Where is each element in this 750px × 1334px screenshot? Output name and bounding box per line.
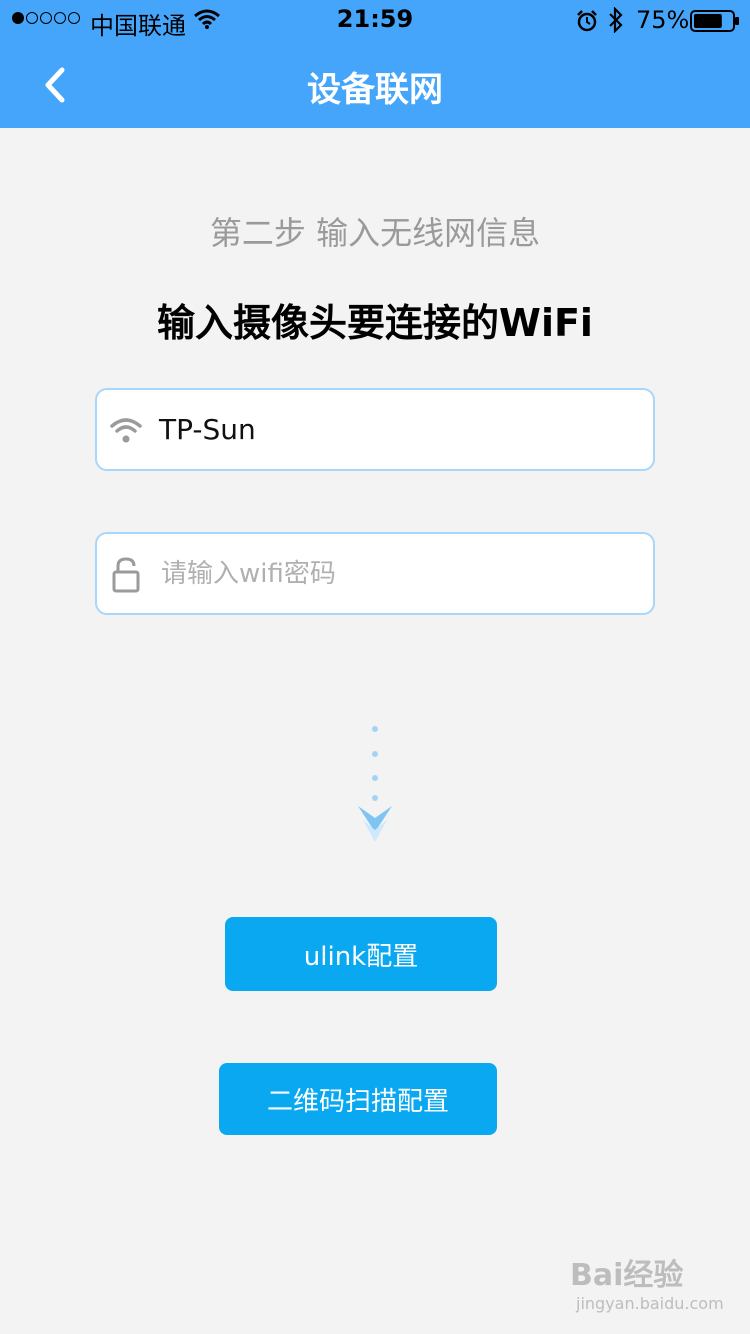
status-bar: 中国联通 21:59 75% [0, 0, 750, 40]
alarm-icon [577, 10, 597, 32]
step-subtitle: 第二步 输入无线网信息 [209, 214, 541, 252]
ulink-config-label: ulink配置 [303, 941, 419, 972]
qr-scan-config-button[interactable]: 二维码扫描配置 [219, 1063, 497, 1135]
lock-icon [112, 557, 140, 593]
bluetooth-icon [609, 7, 623, 33]
watermark: Bai经验 jingyan.baidu.com [570, 1250, 724, 1313]
watermark-url: jingyan.baidu.com [576, 1294, 724, 1313]
wifi-ssid-value: TP-Sun [159, 413, 256, 446]
wifi-ssid-field[interactable]: TP-Sun [95, 388, 655, 471]
top-bar: 中国联通 21:59 75% 设备联网 [0, 0, 750, 128]
battery-percentage: 75% [636, 6, 690, 34]
qr-scan-config-label: 二维码扫描配置 [266, 1086, 449, 1117]
wifi-icon [110, 418, 142, 443]
page-title: 设备联网 [307, 70, 443, 110]
ulink-config-button[interactable]: ulink配置 [225, 917, 497, 991]
wifi-password-field[interactable] [95, 532, 655, 615]
battery-icon [690, 10, 739, 32]
watermark-logo: Bai经验 [570, 1258, 684, 1293]
wifi-password-input[interactable] [161, 552, 621, 596]
wifi-heading: 输入摄像头要连接的WiFi [157, 301, 593, 345]
down-arrow-icon [358, 726, 392, 842]
